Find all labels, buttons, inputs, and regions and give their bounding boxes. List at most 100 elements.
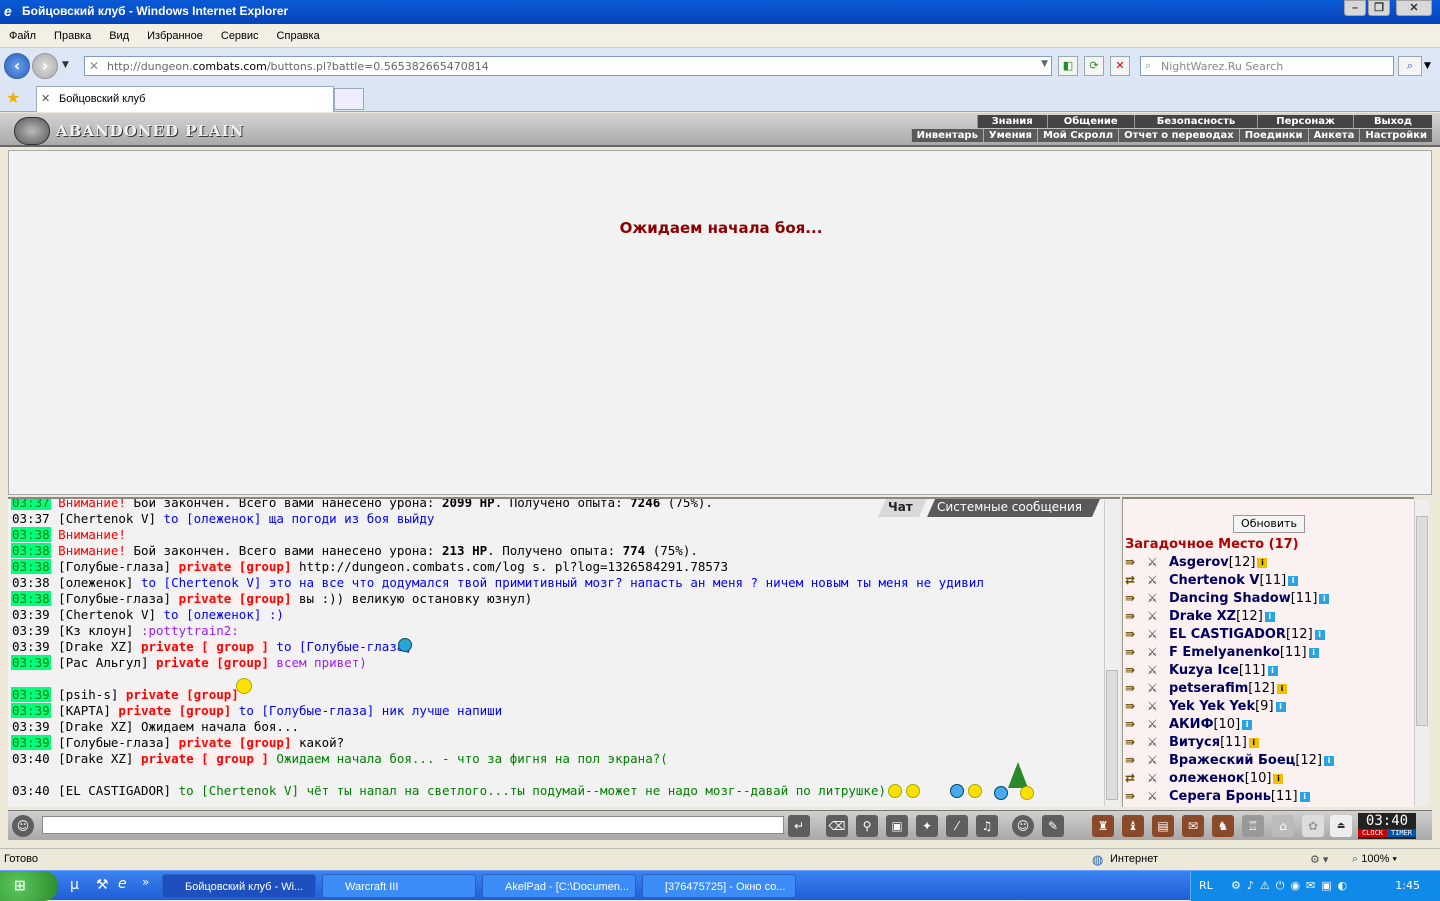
quicklaunch-tool-icon[interactable]: ⚒ [96, 877, 109, 893]
user-name[interactable]: Вражеский Боец [1169, 753, 1295, 768]
user-name[interactable]: EL CASTIGADOR [1169, 627, 1286, 642]
address-input[interactable]: ✕ http://dungeon.combats.com/buttons.pl?… [84, 56, 1052, 76]
user-info-icon[interactable]: i [1267, 666, 1278, 676]
attack-arrow-icon[interactable]: ⇛ [1125, 555, 1147, 569]
user-row[interactable]: ⇛ ⚔ F Emelyanenko[11] i [1125, 645, 1319, 663]
send-icon[interactable]: ↵ [788, 815, 810, 837]
user-row[interactable]: ⇛ ⚔ Yek Yek Yek[9] i [1125, 699, 1286, 717]
task-warcraft[interactable]: Warcraft III [322, 874, 476, 898]
attack-arrow-icon[interactable]: ⇛ [1125, 663, 1147, 677]
tray-icons[interactable]: ⚙♪⚠⏻◉✉▣◐ [1231, 871, 1353, 901]
user-info-icon[interactable]: i [1288, 576, 1299, 586]
bag-icon[interactable]: ♜ [1092, 815, 1114, 837]
save-log-icon[interactable]: ▣ [886, 815, 908, 837]
forward-button[interactable]: › [32, 53, 58, 79]
chat-head-icon[interactable]: ☺ [12, 815, 34, 837]
chat-nick[interactable]: [Голубые-глаза] [58, 559, 178, 574]
attack-arrow-icon[interactable]: ⇛ [1125, 753, 1147, 767]
attack-arrow-icon[interactable]: ⇛ [1125, 609, 1147, 623]
user-scroll-thumb[interactable] [1416, 516, 1428, 726]
quicklaunch-ie-icon[interactable]: e [118, 876, 127, 892]
user-name[interactable]: Kuzya Ice [1169, 663, 1239, 678]
close-window-button[interactable]: ✕ [1396, 0, 1432, 16]
user-name[interactable]: Drake XZ [1169, 609, 1236, 624]
attack-arrow-icon[interactable]: ⇄ [1125, 771, 1147, 785]
attack-arrow-icon[interactable]: ⇛ [1125, 645, 1147, 659]
address-dropdown-icon[interactable]: ▼ [1041, 59, 1048, 69]
start-button[interactable]: ⊞ [0, 871, 58, 901]
chat-nick[interactable]: [Голубые-глаза] [58, 735, 178, 750]
translit-icon[interactable]: ✎ [1042, 815, 1064, 837]
refresh-button[interactable]: Обновить [1233, 515, 1305, 533]
menu-exit[interactable]: Выход [1352, 115, 1432, 128]
user-row[interactable]: ⇛ ⚔ Kuzya Ice[11] i [1125, 663, 1278, 681]
menu-tools[interactable]: Сервис [212, 24, 268, 42]
refresh-icon[interactable]: ⟳ [1084, 56, 1104, 76]
chat-nick[interactable]: [Drake XZ] [58, 639, 141, 654]
chat-nick[interactable]: [Chertenok V] [58, 511, 163, 526]
exit-icon[interactable]: ⏏ [1330, 815, 1352, 837]
menu-character[interactable]: Персонаж [1257, 115, 1353, 128]
submenu-skills[interactable]: Умения [982, 129, 1037, 142]
menu-edit[interactable]: Правка [45, 24, 100, 42]
minimize-button[interactable]: – [1344, 0, 1366, 16]
user-row[interactable]: ⇄ ⚔ Chertenok V[11] i [1125, 573, 1299, 591]
submenu-scroll[interactable]: Мой Скролл [1036, 129, 1119, 142]
task-akelpad[interactable]: AkelPad - [C:\Documen... [482, 874, 636, 898]
slash-icon[interactable]: ⁄ [946, 815, 968, 837]
search-input[interactable]: ⌕ NightWarez.Ru Search [1140, 56, 1394, 76]
user-row[interactable]: ⇛ ⚔ Серега Бронь[11] i [1125, 789, 1310, 807]
submenu-inventory[interactable]: Инвентарь [910, 129, 983, 142]
chat-nick[interactable]: [олеженок] [58, 575, 141, 590]
sound-icon[interactable]: ♫ [976, 815, 998, 837]
paw-icon[interactable]: ✿ [1302, 815, 1324, 837]
search-icon[interactable]: ⌕ [1398, 56, 1422, 76]
chat-scrollbar[interactable] [1104, 500, 1119, 806]
compat-view-icon[interactable]: ◧ [1058, 56, 1078, 76]
user-info-icon[interactable]: i [1308, 648, 1319, 658]
user-row[interactable]: ⇛ ⚔ Asgerov[12] i [1125, 555, 1268, 573]
attack-arrow-icon[interactable]: ⇛ [1125, 699, 1147, 713]
attack-arrow-icon[interactable]: ⇄ [1125, 573, 1147, 587]
user-info-icon[interactable]: i [1264, 612, 1275, 622]
maximize-button[interactable]: ❐ [1368, 0, 1390, 16]
dragon-icon[interactable]: ♞ [1212, 815, 1234, 837]
menu-communication[interactable]: Общение [1046, 115, 1134, 128]
user-row[interactable]: ⇛ ⚔ petserafim[12] i [1125, 681, 1287, 699]
quicklaunch-utorrent-icon[interactable]: µ [70, 877, 79, 893]
history-dropdown-icon[interactable]: ▼ [62, 60, 69, 70]
tab-chat[interactable]: Чат [878, 499, 927, 517]
favorites-star-icon[interactable]: ★ [6, 88, 20, 107]
user-info-icon[interactable]: i [1273, 774, 1284, 784]
user-name[interactable]: F Emelyanenko [1169, 645, 1280, 660]
zoom-level[interactable]: ⌕ 100% ▾ [1352, 853, 1397, 866]
user-info-icon[interactable]: i [1319, 594, 1330, 604]
attack-arrow-icon[interactable]: ⇛ [1125, 789, 1147, 803]
user-info-icon[interactable]: i [1257, 558, 1268, 568]
user-row[interactable]: ⇄ ⚔ олеженок[10] i [1125, 771, 1284, 789]
user-name[interactable]: АКИФ [1169, 717, 1213, 732]
scroll-icon[interactable]: ✉ [1182, 815, 1204, 837]
chat-nick[interactable]: [Голубые-глаза] [58, 591, 178, 606]
attack-arrow-icon[interactable]: ⇛ [1125, 591, 1147, 605]
chat-scroll-thumb[interactable] [1106, 670, 1118, 800]
user-name[interactable]: petserafim [1169, 681, 1248, 696]
user-name[interactable]: Yek Yek Yek [1169, 699, 1255, 714]
attack-arrow-icon[interactable]: ⇛ [1125, 627, 1147, 641]
user-info-icon[interactable]: i [1248, 738, 1259, 748]
smiles-icon[interactable]: ☺ [1012, 815, 1034, 837]
house-icon[interactable]: ⌂ [1272, 815, 1294, 837]
filter-icon[interactable]: ⚲ [856, 815, 878, 837]
submenu-profile[interactable]: Анкета [1307, 129, 1360, 142]
menu-help[interactable]: Справка [268, 24, 329, 42]
user-row[interactable]: ⇛ ⚔ Вражеский Боец[12] i [1125, 753, 1334, 771]
submenu-fights[interactable]: Поединки [1238, 129, 1308, 142]
chat-nick[interactable]: [Drake XZ] [58, 751, 141, 766]
user-name[interactable]: Chertenok V [1169, 573, 1259, 588]
quicklaunch-more-icon[interactable]: » [142, 875, 149, 889]
user-info-icon[interactable]: i [1299, 792, 1310, 802]
user-row[interactable]: ⇛ ⚔ Drake XZ[12] i [1125, 609, 1275, 627]
eraser-icon[interactable]: ⌫ [826, 815, 848, 837]
chat-nick[interactable]: [psih-s] [58, 687, 126, 702]
chest-icon[interactable]: ▤ [1152, 815, 1174, 837]
